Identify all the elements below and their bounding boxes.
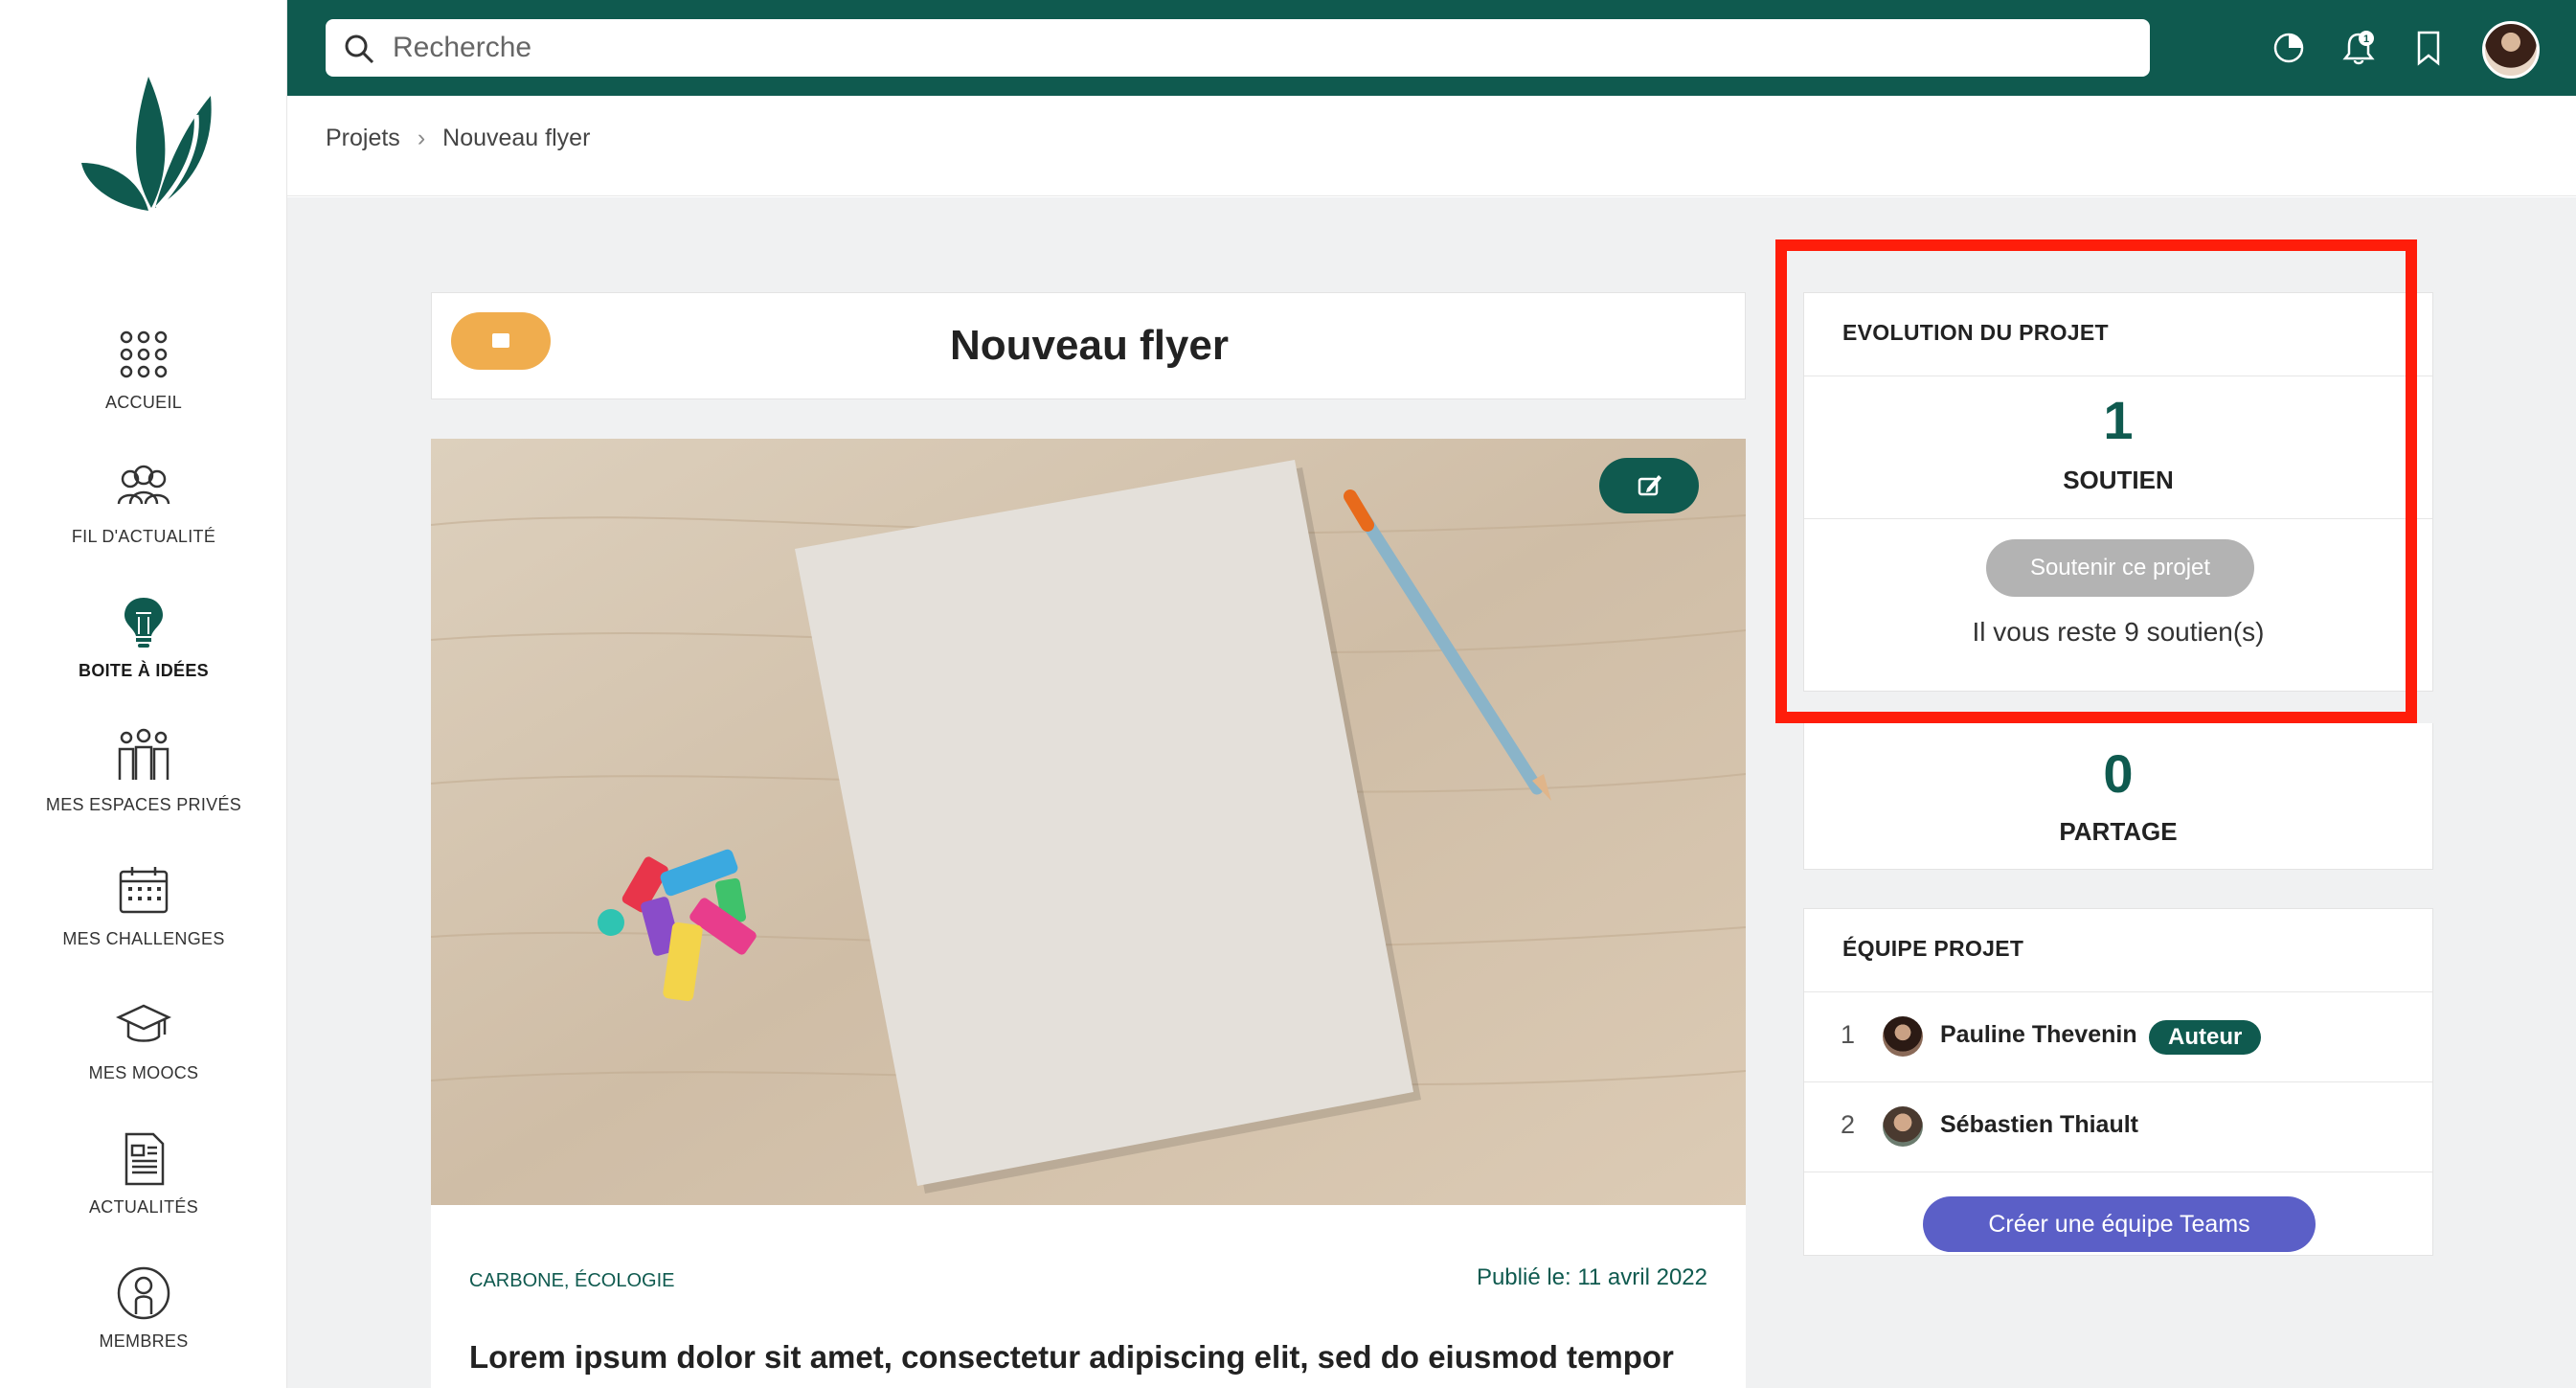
sidebar-item-label: ACCUEIL [104,393,183,412]
sidebar-item-label: MES MOOCS [88,1063,199,1082]
bell-icon[interactable]: 1 [2339,29,2378,67]
sidebar-item-label: MES ESPACES PRIVÉS [45,795,242,814]
breadcrumb-link-projets[interactable]: Projets [326,125,400,151]
search-input[interactable] [393,27,2116,69]
sidebar-item-label: FIL D'ACTUALITÉ [71,527,216,546]
share-count: 0 [2103,743,2134,804]
sidebar-item-fil-actualite[interactable]: FIL D'ACTUALITÉ [0,460,287,547]
newspaper-icon [124,1132,165,1186]
avatar [1883,1016,1923,1057]
sidebar-item-label: MES CHALLENGES [62,929,225,948]
project-image [431,439,1746,1205]
app-logo[interactable] [77,72,220,216]
sidebar-item-label: MEMBRES [99,1331,189,1351]
highlight-box [1775,239,2417,723]
project-excerpt: Lorem ipsum dolor sit amet, consectetur … [469,1339,1674,1375]
sidebar-item-membres[interactable]: MEMBRES [0,1264,287,1352]
member-number: 2 [1841,1110,1856,1139]
member-icon [117,1266,170,1320]
team-member-row[interactable]: 1 Pauline Thevenin Auteur [1804,991,2432,1081]
search-bar [326,19,2150,77]
avatar [1883,1106,1923,1147]
progress-chart-icon[interactable] [2270,29,2308,67]
project-illustration [431,439,1746,1205]
sidebar-item-espaces-prives[interactable]: MES ESPACES PRIVÉS [0,728,287,815]
chevron-right-icon: › [417,125,426,151]
calendar-icon [119,867,169,914]
sidebar-item-actualites[interactable]: ACTUALITÉS [0,1130,287,1217]
edit-image-button[interactable] [1599,458,1699,513]
member-name: Pauline Thevenin [1940,1021,2137,1048]
member-name: Sébastien Thiault [1940,1111,2138,1138]
sidebar-item-label: BOITE À IDÉES [79,661,209,680]
lightbulb-icon [124,598,163,648]
notification-count: 1 [2363,34,2369,45]
edit-icon [1638,475,1661,496]
graduation-cap-icon [116,1004,171,1042]
share-label: PARTAGE [2059,817,2178,846]
member-number: 1 [1841,1020,1856,1049]
sidebar-item-accueil[interactable]: ACCUEIL [0,326,287,413]
sidebar-item-label: ACTUALITÉS [88,1197,199,1217]
top-bar: 1 [287,0,2576,96]
create-teams-button[interactable]: Créer une équipe Teams [1923,1196,2316,1252]
breadcrumb-bar: Projets › Nouveau flyer [287,96,2576,196]
team-member-row[interactable]: 2 Sébastien Thiault [1804,1081,2432,1172]
bookmark-icon[interactable] [2409,29,2448,67]
project-tags: CARBONE, ÉCOLOGIE [469,1270,675,1291]
user-avatar[interactable] [2482,21,2540,79]
sidebar: ACCUEIL FIL D'ACTUALITÉ BOITE À IDÉES ME… [0,0,287,1388]
sidebar-item-challenges[interactable]: MES CHALLENGES [0,862,287,949]
sidebar-item-moocs[interactable]: MES MOOCS [0,996,287,1083]
team-header: ÉQUIPE PROJET [1842,936,2024,961]
team-card: ÉQUIPE PROJET 1 Pauline Thevenin Auteur … [1803,908,2433,1256]
page-title: Nouveau flyer [950,322,1229,369]
breadcrumb-current: Nouveau flyer [442,125,591,151]
author-badge: Auteur [2149,1020,2262,1055]
search-icon [345,34,374,64]
team-icon [118,728,169,780]
people-group-icon [117,465,170,505]
project-body-card: CARBONE, ÉCOLOGIE Publié le: 11 avril 20… [431,1205,1746,1388]
sidebar-item-boite-a-idees[interactable]: BOITE À IDÉES [0,594,287,681]
project-title-card: Nouveau flyer [431,292,1746,399]
breadcrumb: Projets › Nouveau flyer [326,125,590,152]
publish-date: Publié le: 11 avril 2022 [1476,1264,1707,1290]
share-card: 0 PARTAGE [1803,723,2433,870]
grid-dots-icon [120,330,168,378]
